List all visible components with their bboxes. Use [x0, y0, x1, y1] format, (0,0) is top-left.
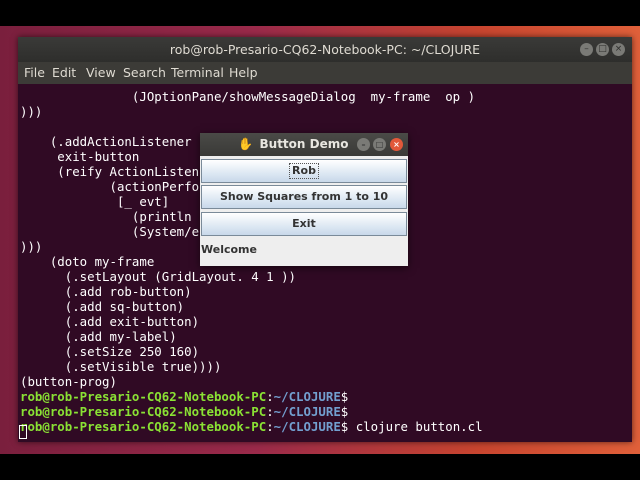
close-icon[interactable]: × — [390, 138, 403, 151]
prompt-colon: : — [266, 389, 274, 404]
rob-button-label: Rob — [289, 163, 319, 179]
terminal-line: (doto my-frame — [20, 254, 155, 269]
close-icon[interactable]: × — [612, 43, 625, 56]
maximize-icon[interactable]: □ — [373, 138, 386, 151]
terminal-line: (.setLayout (GridLayout. 4 1 )) — [20, 269, 297, 284]
prompt-colon: : — [266, 419, 274, 434]
terminal-line: (reify ActionListen — [20, 164, 200, 179]
menu-help[interactable]: Help — [229, 62, 258, 84]
exit-button-label: Exit — [292, 217, 316, 230]
dialog-titlebar[interactable]: ✋ Button Demo – □ × — [200, 133, 408, 156]
terminal-line: (actionPerfo — [20, 179, 200, 194]
prompt-path: ~/CLOJURE — [273, 389, 341, 404]
terminal-line: (System/e — [20, 224, 200, 239]
terminal-line: ))) — [20, 104, 43, 119]
prompt-path: ~/CLOJURE — [273, 404, 341, 419]
rob-button[interactable]: Rob — [201, 159, 407, 183]
minimize-icon[interactable]: – — [357, 138, 370, 151]
terminal-title: rob@rob-Presario-CQ62-Notebook-PC: ~/CLO… — [169, 42, 481, 57]
terminal-line: (.addActionListener — [20, 134, 192, 149]
terminal-line: (.setSize 250 160) — [20, 344, 200, 359]
prompt-user: rob@rob-Presario-CQ62-Notebook-PC — [20, 419, 267, 434]
welcome-label: Welcome — [201, 243, 257, 256]
exit-button[interactable]: Exit — [201, 212, 407, 236]
button-demo-window[interactable]: ✋ Button Demo – □ × Rob Show Squares fro… — [200, 133, 408, 266]
prompt-line: rob@rob-Presario-CQ62-Notebook-PC:~/CLOJ… — [20, 404, 348, 419]
terminal-line: (.setVisible true)))) — [20, 359, 222, 374]
terminal-line: (.add exit-button) — [20, 314, 200, 329]
terminal-titlebar[interactable]: rob@rob-Presario-CQ62-Notebook-PC: ~/CLO… — [18, 37, 632, 62]
prompt-line: rob@rob-Presario-CQ62-Notebook-PC:~/CLOJ… — [20, 389, 348, 404]
terminal-line: (.add rob-button) — [20, 284, 192, 299]
terminal-line: (JOptionPane/showMessageDialog my-frame … — [20, 89, 476, 104]
menu-terminal[interactable]: Terminal — [171, 62, 224, 84]
prompt-user: rob@rob-Presario-CQ62-Notebook-PC — [20, 404, 267, 419]
terminal-line: (button-prog) — [20, 374, 117, 389]
prompt-line: rob@rob-Presario-CQ62-Notebook-PC:~/CLOJ… — [20, 419, 483, 434]
command-text: clojure button.cl — [348, 419, 483, 434]
terminal-line: ))) — [20, 239, 43, 254]
terminal-line: exit-button — [20, 149, 140, 164]
menu-search[interactable]: Search — [123, 62, 166, 84]
prompt-path: ~/CLOJURE — [273, 419, 341, 434]
terminal-line: (.add sq-button) — [20, 299, 185, 314]
menu-file[interactable]: File — [24, 62, 45, 84]
terminal-line: (println — [20, 209, 192, 224]
terminal-menubar: File Edit View Search Terminal Help — [18, 62, 632, 84]
prompt-symbol: $ — [340, 404, 349, 419]
minimize-icon[interactable]: – — [580, 43, 593, 56]
hand-cursor-icon: ✋ — [238, 137, 253, 151]
text-cursor — [19, 425, 27, 439]
terminal-line: (.add my-label) — [20, 329, 177, 344]
menu-edit[interactable]: Edit — [52, 62, 76, 84]
prompt-colon: : — [266, 404, 274, 419]
prompt-user: rob@rob-Presario-CQ62-Notebook-PC — [20, 389, 267, 404]
prompt-symbol: $ — [340, 389, 349, 404]
maximize-icon[interactable]: □ — [596, 43, 609, 56]
show-squares-button[interactable]: Show Squares from 1 to 10 — [201, 185, 407, 209]
show-squares-label: Show Squares from 1 to 10 — [219, 190, 389, 203]
dialog-title: Button Demo — [259, 137, 349, 151]
menu-view[interactable]: View — [86, 62, 116, 84]
terminal-line: [_ evt] — [20, 194, 170, 209]
